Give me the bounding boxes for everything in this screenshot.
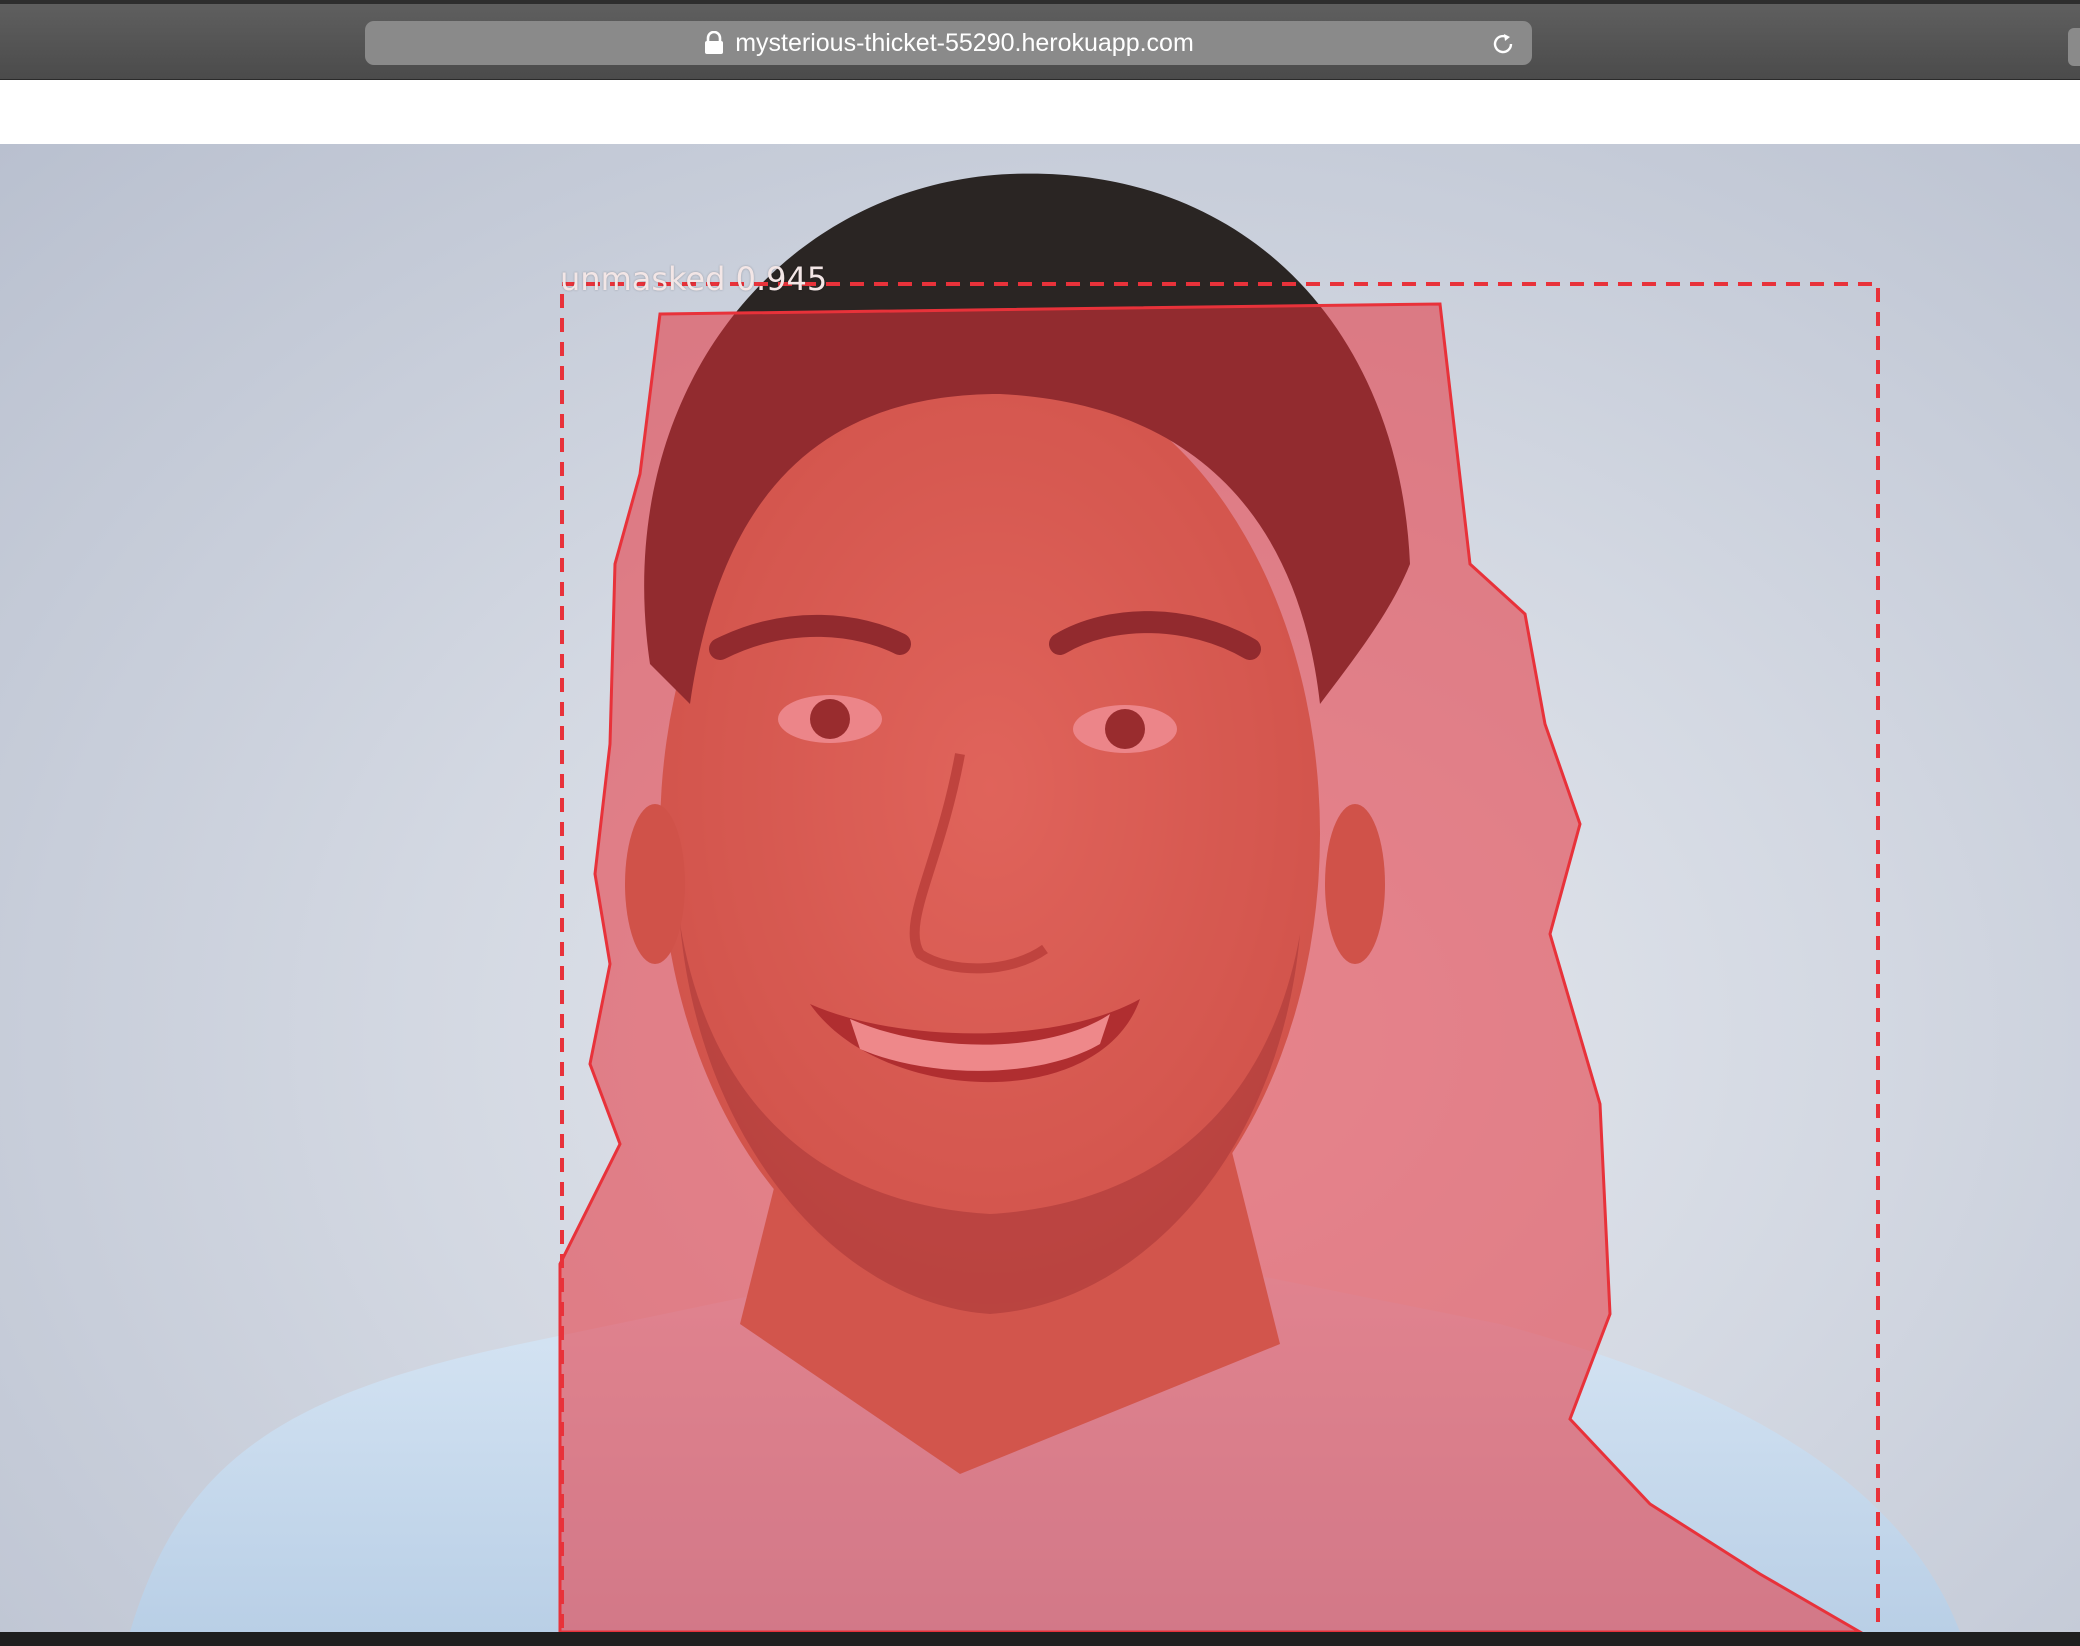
detection-label: unmasked 0.945	[560, 260, 828, 298]
address-bar[interactable]: mysterious-thicket-55290.herokuapp.com	[365, 21, 1532, 65]
portrait-illustration	[130, 173, 1960, 1632]
browser-toolbar: mysterious-thicket-55290.herokuapp.com	[0, 0, 2080, 80]
page-header-space	[0, 80, 2080, 144]
reload-icon[interactable]	[1490, 31, 1516, 57]
bottom-dock-edge	[0, 1632, 2080, 1646]
window-edge-control	[2068, 28, 2080, 66]
detection-result-image: unmasked 0.945	[0, 144, 2080, 1632]
url-text: mysterious-thicket-55290.herokuapp.com	[735, 28, 1194, 57]
lock-icon	[705, 31, 724, 54]
